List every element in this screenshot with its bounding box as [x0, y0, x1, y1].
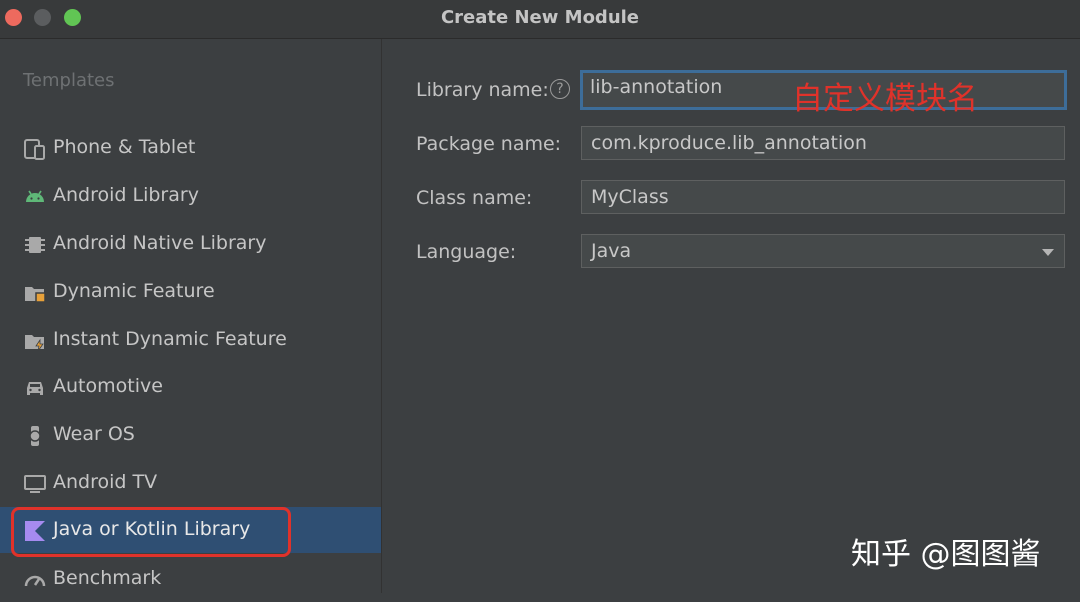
- library-name-label: Library name:: [416, 79, 549, 101]
- package-name-input[interactable]: com.kproduce.lib_annotation: [581, 126, 1065, 160]
- highlight-box: [11, 507, 291, 557]
- sidebar-item-instant-dynamic-feature[interactable]: Instant Dynamic Feature: [0, 317, 381, 363]
- templates-sidebar: Templates Phone & Tablet Android Library…: [0, 39, 382, 593]
- car-icon: [27, 382, 43, 395]
- sidebar-item-label: Instant Dynamic Feature: [53, 328, 287, 350]
- sidebar-item-android-tv[interactable]: Android TV: [0, 460, 381, 506]
- help-icon[interactable]: ?: [550, 79, 570, 99]
- annotation-text: 自定义模块名: [792, 81, 978, 117]
- sidebar-item-label: Dynamic Feature: [53, 280, 215, 302]
- folder-instant-icon: [25, 335, 44, 352]
- watch-icon: [29, 426, 41, 446]
- module-form: Library name: ? lib-annotation 自定义模块名 Pa…: [382, 39, 1080, 593]
- language-selected-value: Java: [591, 240, 632, 262]
- window-title: Create New Module: [440, 7, 640, 28]
- package-name-label: Package name:: [416, 133, 562, 155]
- sidebar-item-label: Android Library: [53, 184, 199, 206]
- sidebar-item-phone-tablet[interactable]: Phone & Tablet: [0, 125, 381, 171]
- templates-heading: Templates: [23, 70, 115, 91]
- chip-icon: [25, 237, 45, 253]
- folder-feature-icon: [25, 287, 46, 303]
- phone-tablet-icon: [24, 139, 45, 160]
- watermark: 知乎 @图图酱: [851, 537, 1041, 572]
- title-bar: Create New Module: [0, 0, 1080, 39]
- chevron-down-icon: [1042, 249, 1054, 256]
- sidebar-item-label: Phone & Tablet: [53, 136, 196, 158]
- sidebar-item-automotive[interactable]: Automotive: [0, 364, 381, 410]
- tv-icon: [24, 475, 46, 493]
- gauge-icon: [24, 575, 46, 587]
- class-name-label: Class name:: [416, 187, 533, 209]
- sidebar-item-dynamic-feature[interactable]: Dynamic Feature: [0, 269, 381, 315]
- language-label: Language:: [416, 241, 517, 263]
- sidebar-item-label: Android Native Library: [53, 232, 267, 254]
- sidebar-item-benchmark[interactable]: Benchmark: [0, 556, 381, 602]
- sidebar-item-wear-os[interactable]: Wear OS: [0, 412, 381, 458]
- sidebar-item-label: Wear OS: [53, 423, 135, 445]
- sidebar-item-label: Automotive: [53, 375, 163, 397]
- sidebar-item-android-library[interactable]: Android Library: [0, 173, 381, 219]
- class-name-input[interactable]: MyClass: [581, 180, 1065, 214]
- sidebar-item-label: Android TV: [53, 471, 158, 493]
- language-select[interactable]: Java: [581, 234, 1065, 268]
- sidebar-item-label: Benchmark: [53, 567, 162, 589]
- sidebar-item-android-native-library[interactable]: Android Native Library: [0, 221, 381, 267]
- android-icon: [26, 190, 44, 202]
